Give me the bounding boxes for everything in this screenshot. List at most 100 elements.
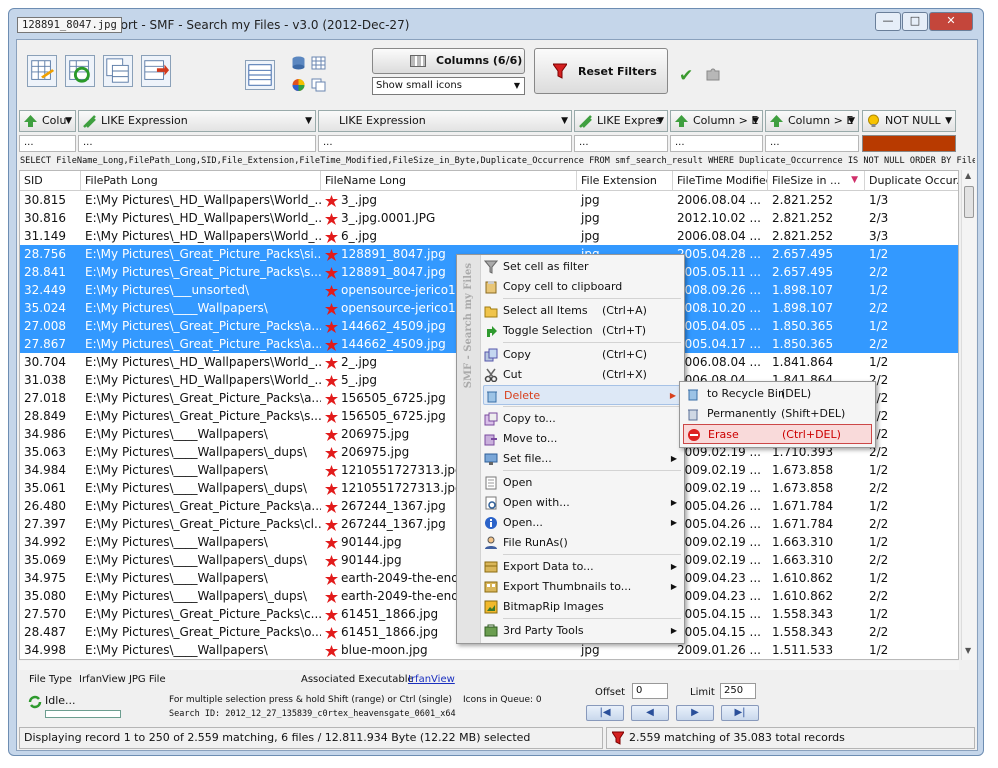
refresh-table-icon[interactable]: [65, 55, 95, 87]
filter-label: LIKE Expression: [101, 114, 188, 127]
database-icon[interactable]: [291, 56, 306, 70]
cell-filepath: E:\My Pictures\_Great_Picture_Packs\o...: [85, 625, 321, 639]
cell-filepath: E:\My Pictures\_HD_Wallpapers\World_...: [85, 211, 321, 225]
menu-item-toggle-selection[interactable]: Toggle Selection (Ctrl+T): [483, 321, 683, 341]
submenu-arrow-icon: ▶: [669, 391, 676, 400]
table-row[interactable]: 35.075E:\My Pictures\____Wallpapers\_dup…: [20, 659, 959, 660]
column-header-filepath[interactable]: FilePath Long: [81, 171, 321, 191]
scroll-down-arrow[interactable]: ▼: [965, 646, 971, 655]
submenu-item-permanently[interactable]: Permanently (Shift+DEL): [683, 404, 872, 424]
submenu-item-shortcut: (Shift+DEL): [781, 407, 846, 420]
irfanview-file-icon: [325, 482, 338, 495]
minimize-button[interactable]: —: [875, 12, 901, 31]
table-row[interactable]: 30.815 E:\My Pictures\_HD_Wallpapers\Worl…: [20, 191, 958, 209]
table-row[interactable]: 30.816 E:\My Pictures\_HD_Wallpapers\Worl…: [20, 209, 958, 227]
filter-extension[interactable]: LIKE Expres ▼: [574, 110, 668, 132]
cell-duplicate: 1/2: [869, 535, 889, 549]
menu-item-set-cell-as-filter[interactable]: Set cell as filter: [483, 257, 683, 277]
menu-item-3rd-party-tools[interactable]: 3rd Party Tools ▶: [483, 621, 683, 641]
column-header-extension[interactable]: File Extension: [577, 171, 673, 191]
menu-item-copy[interactable]: Copy (Ctrl+C): [483, 345, 683, 365]
maximize-button[interactable]: □: [902, 12, 928, 31]
filter-filepath[interactable]: LIKE Expression ▼: [78, 110, 316, 132]
cell-filepath: E:\My Pictures\_Great_Picture_Packs\c...: [85, 607, 321, 621]
menu-item-delete[interactable]: Delete ▶: [483, 385, 683, 405]
filter-input-filesize[interactable]: ...: [765, 135, 859, 152]
limit-input[interactable]: 250: [720, 683, 756, 699]
cell-duplicate: 1/2: [869, 391, 889, 405]
table-row[interactable]: 31.149 E:\My Pictures\_HD_Wallpapers\Worl…: [20, 227, 958, 245]
menu-item-open[interactable]: Open... ▶: [483, 513, 683, 533]
filter-duplicate[interactable]: NOT NULL ▼: [862, 110, 956, 132]
menu-item-cut[interactable]: Cut (Ctrl+X): [483, 365, 683, 385]
filter-input-filename[interactable]: ...: [318, 135, 572, 152]
context-menu-sidebar: SMF - Search my Files: [457, 255, 481, 643]
copy-icon[interactable]: [311, 78, 326, 92]
last-page-button[interactable]: ▶|: [721, 705, 759, 721]
column-header-filename[interactable]: FileName Long: [321, 171, 577, 191]
next-page-button[interactable]: ▶: [676, 705, 714, 721]
like-icon: [82, 114, 97, 128]
irfanview-file-icon: [325, 320, 338, 333]
menu-item-export-data-to[interactable]: Export Data to... ▶: [483, 557, 683, 577]
filter-input-filepath[interactable]: ...: [78, 135, 316, 152]
menu-separator: [503, 470, 681, 471]
columns-layout-icon[interactable]: [245, 60, 275, 90]
column-header-filetime[interactable]: FileTime Modified: [673, 171, 768, 191]
column-header-sid[interactable]: SID: [20, 171, 81, 191]
grid-view-icon[interactable]: [311, 56, 326, 70]
cell-sid: 27.867: [24, 337, 66, 351]
menu-item-bitmaprip-images[interactable]: BitmapRip Images: [483, 597, 683, 617]
column-header-filesize[interactable]: FileSize in ... ▼: [768, 171, 865, 191]
checkmark-icon[interactable]: ✔: [679, 66, 693, 86]
irfanview-file-icon: [325, 626, 338, 639]
irfanview-file-icon: [325, 212, 338, 225]
reset-filters-button[interactable]: Reset Filters: [534, 48, 668, 94]
filter-filetime[interactable]: Column > E ▼: [670, 110, 763, 132]
cell-filetime: 2008.09.26 ...: [677, 283, 761, 297]
scroll-up-arrow[interactable]: ▲: [965, 171, 971, 180]
table-icon[interactable]: [27, 55, 57, 87]
menu-item-copy-to[interactable]: Copy to...: [483, 409, 683, 429]
associated-exec-link[interactable]: IrfanView: [408, 674, 455, 685]
filter-color-swatch[interactable]: [862, 135, 956, 152]
close-button[interactable]: ✕: [929, 12, 973, 31]
prev-page-button[interactable]: ◀: [631, 705, 669, 721]
filter-input-sid[interactable]: ...: [19, 135, 76, 152]
filter-input-filetime[interactable]: ...: [670, 135, 763, 152]
vertical-scrollbar[interactable]: ▲ ▼: [961, 170, 976, 660]
refresh-icon[interactable]: [27, 694, 43, 713]
filter-input-extension[interactable]: ...: [574, 135, 668, 152]
submenu-item-to-recycle-bin[interactable]: to Recycle Bin (DEL): [683, 384, 872, 404]
color-wheel-icon[interactable]: [291, 78, 306, 92]
menu-item-copy-cell-to-clipboard[interactable]: Copy cell to clipboard: [483, 277, 683, 297]
first-page-button[interactable]: |◀: [586, 705, 624, 721]
menu-item-set-file[interactable]: Set file... ▶: [483, 449, 683, 469]
menu-item-select-all-items[interactable]: Select all Items (Ctrl+A): [483, 301, 683, 321]
offset-input[interactable]: 0: [632, 683, 668, 699]
column-header-duplicate[interactable]: Duplicate Occur...: [865, 171, 958, 191]
icons-size-select[interactable]: Show small icons ▼: [372, 77, 525, 95]
limit-label: Limit: [690, 687, 715, 698]
open-icon: [484, 476, 498, 490]
scroll-thumb[interactable]: [964, 186, 974, 218]
menu-item-label: Toggle Selection: [503, 324, 593, 337]
menu-item-move-to[interactable]: Move to...: [483, 429, 683, 449]
filter-filename[interactable]: LIKE Expression ▼: [318, 110, 572, 132]
copy-table-icon[interactable]: [103, 55, 133, 87]
filter-sid[interactable]: Colu ▼: [19, 110, 76, 132]
filter-filesize[interactable]: Column > E ▼: [765, 110, 859, 132]
arrow-up-icon: [23, 114, 38, 128]
title-bar[interactable]: 128891_8047.jpg port - SMF - Search my F…: [9, 9, 985, 39]
menu-item-open-with[interactable]: Open with... ▶: [483, 493, 683, 513]
puzzle-icon[interactable]: [705, 66, 721, 85]
menu-item-export-thumbnails-to[interactable]: Export Thumbnails to... ▶: [483, 577, 683, 597]
export-table-icon[interactable]: [141, 55, 171, 87]
menu-item-file-runas[interactable]: File RunAs(): [483, 533, 683, 553]
submenu-arrow-icon: ▶: [670, 518, 677, 527]
horizontal-scrollbar[interactable]: [19, 661, 959, 670]
submenu-item-erase[interactable]: Erase (Ctrl+DEL): [683, 424, 872, 444]
columns-button[interactable]: Columns (6/6): [372, 48, 525, 74]
menu-item-open[interactable]: Open: [483, 473, 683, 493]
cell-filename: 3_.jpg.0001.JPG: [321, 209, 577, 227]
